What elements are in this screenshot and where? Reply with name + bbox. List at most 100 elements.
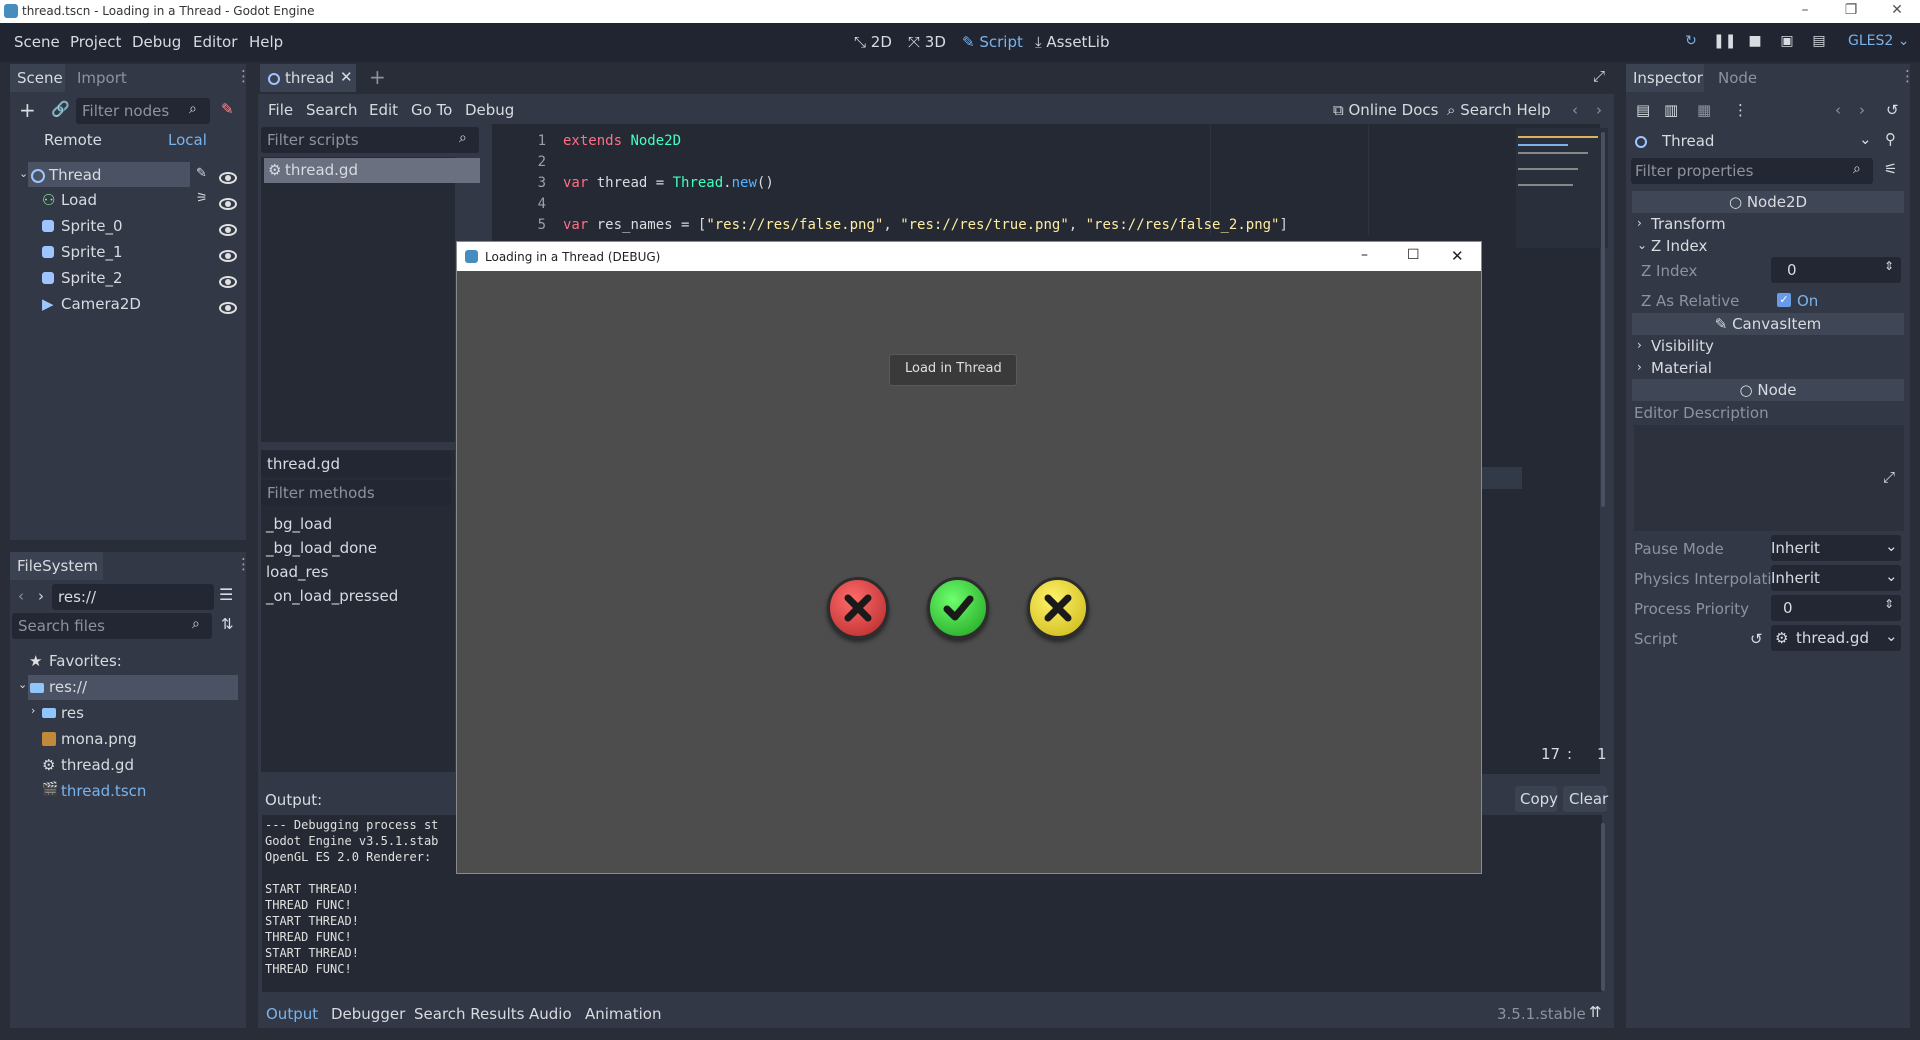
more-icon[interactable]: ⋮ xyxy=(1733,101,1748,119)
debug-game-window[interactable]: Loading in a Thread (DEBUG) – ☐ ✕ Load i… xyxy=(456,241,1482,874)
tree-item-thread[interactable]: Thread xyxy=(49,166,101,184)
bottom-tab-output[interactable]: Output xyxy=(266,1005,318,1023)
menu-editor[interactable]: Editor xyxy=(193,33,237,51)
bottom-tab-search-results[interactable]: Search Results xyxy=(414,1005,524,1023)
tab-import[interactable]: Import xyxy=(77,69,127,87)
remote-tab[interactable]: Remote xyxy=(44,131,102,149)
script-menu-file[interactable]: File xyxy=(268,101,293,119)
minimize-button[interactable]: – xyxy=(1782,0,1828,23)
tree-item-load[interactable]: Load xyxy=(61,191,97,209)
property-options-icon[interactable]: ⚟ xyxy=(1884,160,1897,178)
filter-scripts-input[interactable]: Filter scripts ⌕ xyxy=(261,127,479,153)
copy-button[interactable]: Copy xyxy=(1515,786,1558,812)
split-view-icon[interactable]: ☰ xyxy=(219,585,233,604)
search-files-input[interactable]: Search files ⌕ xyxy=(12,613,212,639)
history-back-icon[interactable]: ‹ xyxy=(1835,101,1841,119)
reload-icon[interactable]: ↻ xyxy=(1681,33,1701,53)
script-resource-picker[interactable]: ⚙ thread.gd ⌄ xyxy=(1771,625,1901,651)
sort-icon[interactable]: ⇅ xyxy=(221,615,234,633)
mode-assetlib-button[interactable]: ⤓ AssetLib xyxy=(1035,33,1109,51)
prev-script-icon[interactable]: ‹ xyxy=(1572,101,1578,119)
method-item[interactable]: _bg_load_done xyxy=(266,539,377,557)
minimize-button[interactable]: – xyxy=(1361,247,1368,263)
new-resource-icon[interactable]: ▤ xyxy=(1636,101,1650,119)
play-scene-icon[interactable]: ▣ xyxy=(1777,33,1797,53)
visibility-eye-icon[interactable] xyxy=(219,276,237,288)
menu-help[interactable]: Help xyxy=(249,33,283,51)
collapse-arrow-icon[interactable]: › xyxy=(31,704,35,717)
tree-item-sprite-2[interactable]: Sprite_2 xyxy=(61,269,123,287)
search-help-button[interactable]: ⌕ Search Help xyxy=(1447,101,1551,119)
path-field[interactable]: res:// xyxy=(52,584,214,610)
checkbox-checked-icon[interactable]: ✓ xyxy=(1777,293,1791,307)
visibility-eye-icon[interactable] xyxy=(219,250,237,262)
next-script-icon[interactable]: › xyxy=(1596,101,1602,119)
new-tab-icon[interactable]: + xyxy=(369,65,386,89)
output-scrollbar[interactable] xyxy=(1601,823,1605,991)
add-node-icon[interactable]: + xyxy=(19,98,36,122)
signal-icon[interactable]: ⚞ xyxy=(196,191,208,206)
menu-scene[interactable]: Scene xyxy=(14,33,60,51)
script-menu-debug[interactable]: Debug xyxy=(465,101,514,119)
expand-arrow-icon[interactable]: ⌄ xyxy=(18,678,27,691)
editor-description-field[interactable] xyxy=(1634,425,1904,531)
method-item[interactable]: _bg_load xyxy=(266,515,332,533)
file-item-mona[interactable]: mona.png xyxy=(61,730,137,748)
close-button[interactable]: ✕ xyxy=(1451,247,1464,265)
file-item-thread-gd[interactable]: thread.gd xyxy=(61,756,134,774)
maximize-button[interactable]: ❐ xyxy=(1828,0,1874,23)
close-button[interactable]: ✕ xyxy=(1874,0,1920,23)
tab-node[interactable]: Node xyxy=(1718,69,1757,87)
back-icon[interactable]: ‹ xyxy=(18,587,24,605)
dock-menu-icon[interactable]: ⋮ xyxy=(1900,67,1915,85)
forward-icon[interactable]: › xyxy=(38,587,44,605)
filter-methods-input[interactable]: Filter methods xyxy=(261,480,451,506)
group-transform[interactable]: Transform xyxy=(1651,215,1726,233)
play-custom-icon[interactable]: ▤ xyxy=(1809,33,1829,53)
expand-editor-icon[interactable]: ⤢ xyxy=(1883,468,1895,486)
visibility-eye-icon[interactable] xyxy=(219,302,237,314)
link-icon[interactable]: 🔗 xyxy=(51,100,70,118)
maximize-button[interactable]: ☐ xyxy=(1407,247,1420,263)
online-docs-button[interactable]: ⧉ Online Docs xyxy=(1333,101,1438,119)
dock-menu-icon[interactable]: ⋮ xyxy=(236,555,251,573)
filter-nodes-input[interactable]: Filter nodes ⌕ xyxy=(76,98,210,124)
tree-item-sprite-1[interactable]: Sprite_1 xyxy=(61,243,123,261)
distraction-free-icon[interactable]: ⤢ xyxy=(1593,67,1605,85)
history-icon[interactable]: ↺ xyxy=(1886,101,1899,119)
file-item-thread-tscn[interactable]: thread.tscn xyxy=(61,782,146,800)
mode-2d-button[interactable]: ⤡ 2D xyxy=(854,33,892,51)
object-selector[interactable]: Thread ⌄ xyxy=(1631,128,1874,154)
stop-icon[interactable]: ■ xyxy=(1745,33,1765,53)
bottom-tab-debugger[interactable]: Debugger xyxy=(331,1005,405,1023)
z-index-spinbox[interactable]: 0 ⇕ xyxy=(1771,257,1901,283)
mode-script-button[interactable]: ✎ Script xyxy=(962,33,1023,51)
bottom-tab-audio[interactable]: Audio xyxy=(529,1005,572,1023)
code-minimap[interactable] xyxy=(1516,128,1608,248)
save-icon[interactable]: ▦ xyxy=(1697,101,1711,119)
visibility-eye-icon[interactable] xyxy=(219,172,237,184)
scene-script-icon[interactable]: ✎ xyxy=(221,100,234,118)
pause-mode-select[interactable]: Inherit ⌄ xyxy=(1771,535,1901,561)
menu-project[interactable]: Project xyxy=(70,33,121,51)
open-folder-icon[interactable]: ▥ xyxy=(1664,101,1678,119)
method-item[interactable]: load_res xyxy=(266,563,328,581)
attached-script-icon[interactable]: ✎ xyxy=(196,166,207,181)
script-menu-goto[interactable]: Go To xyxy=(411,101,452,119)
menu-debug[interactable]: Debug xyxy=(132,33,181,51)
file-item-res-root[interactable]: res:// xyxy=(49,678,87,696)
script-item-thread-gd[interactable]: thread.gd xyxy=(285,161,358,179)
close-tab-icon[interactable]: ✕ xyxy=(340,68,353,86)
mode-3d-button[interactable]: ⤧ 3D xyxy=(908,33,946,51)
collapse-panel-icon[interactable]: ⇈ xyxy=(1589,1003,1602,1021)
process-priority-spinbox[interactable]: 0 ⇕ xyxy=(1771,595,1901,621)
physics-interpolation-select[interactable]: Inherit ⌄ xyxy=(1771,565,1901,591)
script-menu-search[interactable]: Search xyxy=(306,101,358,119)
load-in-thread-button[interactable]: Load in Thread xyxy=(889,354,1017,386)
visibility-eye-icon[interactable] xyxy=(219,198,237,210)
group-z-index[interactable]: Z Index xyxy=(1651,237,1707,255)
visibility-eye-icon[interactable] xyxy=(219,224,237,236)
bottom-tab-animation[interactable]: Animation xyxy=(585,1005,661,1023)
clear-script-icon[interactable]: ↺ xyxy=(1750,630,1763,648)
tree-item-sprite-0[interactable]: Sprite_0 xyxy=(61,217,123,235)
